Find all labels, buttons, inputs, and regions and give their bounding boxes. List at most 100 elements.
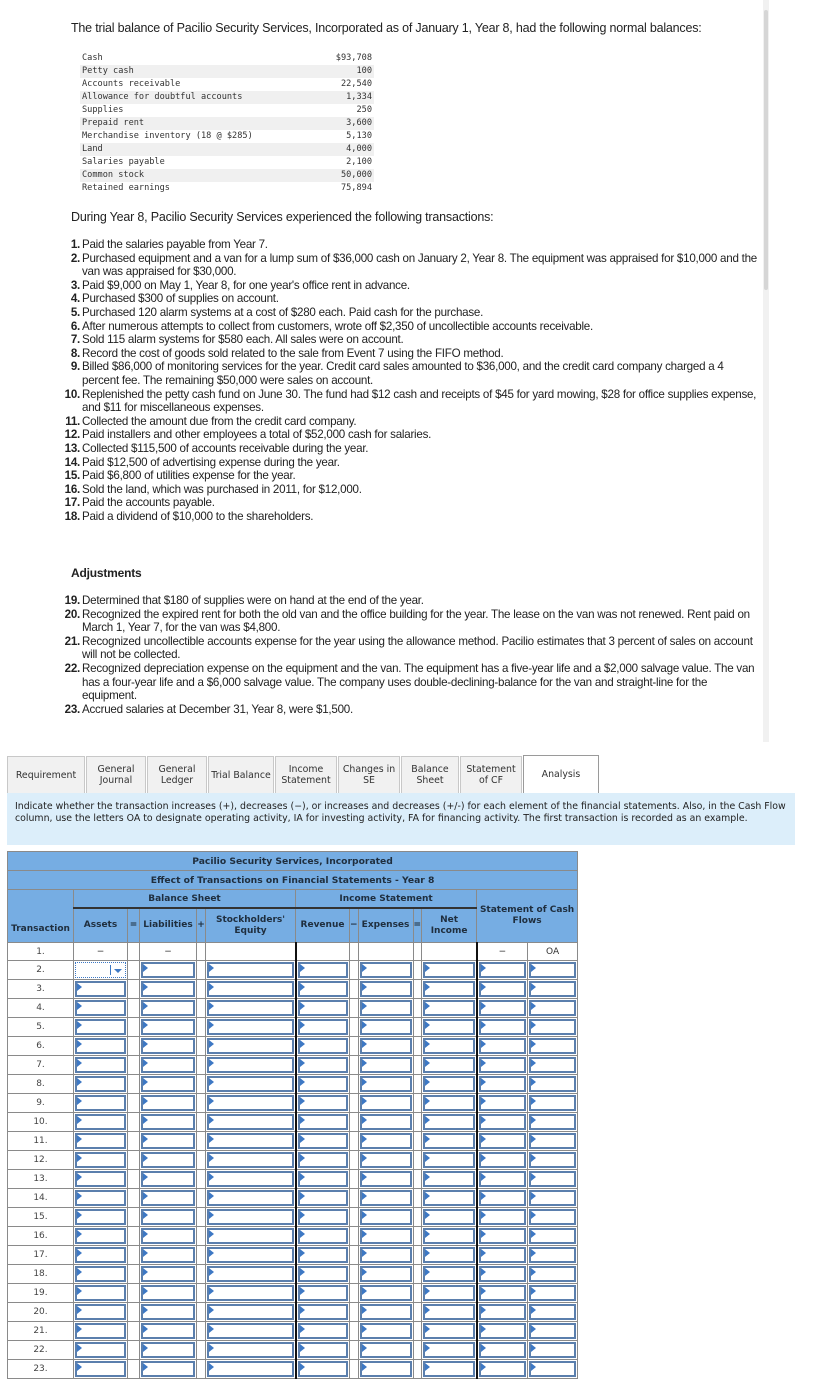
expenses-input[interactable] — [359, 1209, 412, 1225]
cash-flow-activity-input[interactable] — [529, 1133, 577, 1149]
liabilities-input[interactable] — [141, 1076, 195, 1092]
revenue-input[interactable] — [297, 1000, 348, 1016]
net-income-input[interactable] — [423, 1228, 475, 1244]
expenses-input[interactable] — [359, 1152, 412, 1168]
assets-input[interactable] — [75, 1152, 126, 1168]
expenses-input[interactable] — [359, 981, 412, 997]
liabilities-input[interactable] — [141, 1152, 195, 1168]
equity-input[interactable] — [207, 1057, 294, 1073]
assets-input[interactable] — [75, 1095, 126, 1111]
cash-flow-activity-input[interactable] — [529, 1114, 577, 1130]
expenses-input[interactable] — [359, 1114, 412, 1130]
expenses-input[interactable] — [359, 1076, 412, 1092]
cash-flow-activity-input[interactable] — [529, 1228, 577, 1244]
revenue-input[interactable] — [297, 1076, 348, 1092]
cash-flow-activity-input[interactable] — [529, 981, 577, 997]
revenue-input[interactable] — [297, 1323, 348, 1339]
cash-flow-sign-input[interactable] — [478, 1095, 527, 1111]
expenses-input[interactable] — [359, 1266, 412, 1282]
expenses-input[interactable] — [359, 1304, 412, 1320]
liabilities-input[interactable] — [141, 981, 195, 997]
tab-analysis[interactable]: Analysis — [523, 755, 599, 794]
cash-flow-activity-input[interactable] — [529, 1019, 577, 1035]
liabilities-input[interactable] — [141, 1285, 195, 1301]
assets-input[interactable] — [75, 1000, 126, 1016]
equity-input[interactable] — [207, 1285, 294, 1301]
cash-flow-sign-input[interactable] — [478, 1361, 527, 1377]
equity-input[interactable] — [207, 1190, 294, 1206]
equity-input[interactable] — [207, 1266, 294, 1282]
cash-flow-sign-input[interactable] — [478, 1323, 527, 1339]
cash-flow-sign-input[interactable] — [478, 1133, 527, 1149]
cash-flow-sign-input[interactable] — [478, 981, 527, 997]
cash-flow-sign-input[interactable] — [478, 1171, 527, 1187]
revenue-input[interactable] — [297, 1209, 348, 1225]
liabilities-input[interactable] — [141, 1228, 195, 1244]
assets-input[interactable] — [75, 1323, 126, 1339]
cash-flow-sign-input[interactable] — [478, 1038, 527, 1054]
assets-input[interactable] — [75, 1228, 126, 1244]
cash-flow-sign-input[interactable] — [478, 1342, 527, 1358]
cash-flow-sign-input[interactable] — [478, 1285, 527, 1301]
cash-flow-activity-input[interactable] — [529, 1323, 577, 1339]
cash-flow-activity-input[interactable] — [529, 1304, 577, 1320]
liabilities-input[interactable] — [141, 1209, 195, 1225]
net-income-input[interactable] — [423, 1266, 475, 1282]
cash-flow-activity-input[interactable] — [529, 1190, 577, 1206]
liabilities-input[interactable] — [141, 1114, 195, 1130]
assets-input[interactable] — [75, 1190, 126, 1206]
cash-flow-activity-input[interactable] — [529, 1171, 577, 1187]
revenue-input[interactable] — [297, 1190, 348, 1206]
expenses-input[interactable] — [359, 1342, 412, 1358]
revenue-input[interactable] — [297, 1038, 348, 1054]
net-income-input[interactable] — [423, 1304, 475, 1320]
assets-select[interactable] — [75, 962, 126, 978]
assets-input[interactable] — [75, 1171, 126, 1187]
net-income-input[interactable] — [423, 962, 475, 978]
expenses-input[interactable] — [359, 1361, 412, 1377]
cash-flow-activity-input[interactable] — [529, 1361, 577, 1377]
net-income-input[interactable] — [423, 1209, 475, 1225]
tab-general-ledger[interactable]: General Ledger — [147, 756, 207, 794]
revenue-input[interactable] — [297, 1152, 348, 1168]
expenses-input[interactable] — [359, 1133, 412, 1149]
liabilities-input[interactable] — [141, 1304, 195, 1320]
cash-flow-activity-input[interactable] — [529, 1247, 577, 1263]
liabilities-input[interactable] — [141, 1342, 195, 1358]
expenses-input[interactable] — [359, 1095, 412, 1111]
net-income-input[interactable] — [423, 1000, 475, 1016]
assets-input[interactable] — [75, 1247, 126, 1263]
cash-flow-activity-input[interactable] — [529, 1076, 577, 1092]
tab-balance-sheet[interactable]: Balance Sheet — [401, 756, 459, 794]
equity-input[interactable] — [207, 1038, 294, 1054]
equity-input[interactable] — [207, 981, 294, 997]
net-income-input[interactable] — [423, 1323, 475, 1339]
assets-input[interactable] — [75, 1076, 126, 1092]
liabilities-input[interactable] — [141, 1038, 195, 1054]
liabilities-input[interactable] — [141, 1019, 195, 1035]
revenue-input[interactable] — [297, 1266, 348, 1282]
assets-input[interactable] — [75, 1038, 126, 1054]
net-income-input[interactable] — [423, 1152, 475, 1168]
equity-input[interactable] — [207, 1133, 294, 1149]
equity-input[interactable] — [207, 1209, 294, 1225]
equity-input[interactable] — [207, 1114, 294, 1130]
net-income-input[interactable] — [423, 1285, 475, 1301]
revenue-input[interactable] — [297, 1285, 348, 1301]
cash-flow-activity-input[interactable] — [529, 1095, 577, 1111]
tab-statement-of-cf[interactable]: Statement of CF — [460, 756, 522, 794]
net-income-input[interactable] — [423, 1095, 475, 1111]
net-income-input[interactable] — [423, 1247, 475, 1263]
equity-input[interactable] — [207, 1247, 294, 1263]
cash-flow-sign-input[interactable] — [478, 1114, 527, 1130]
tab-requirement[interactable]: Requirement — [7, 756, 85, 794]
net-income-input[interactable] — [423, 1361, 475, 1377]
net-income-input[interactable] — [423, 1057, 475, 1073]
net-income-input[interactable] — [423, 1038, 475, 1054]
assets-input[interactable] — [75, 1057, 126, 1073]
revenue-input[interactable] — [297, 1342, 348, 1358]
assets-input[interactable] — [75, 1133, 126, 1149]
liabilities-input[interactable] — [141, 1323, 195, 1339]
liabilities-input[interactable] — [141, 1190, 195, 1206]
equity-input[interactable] — [207, 1152, 294, 1168]
